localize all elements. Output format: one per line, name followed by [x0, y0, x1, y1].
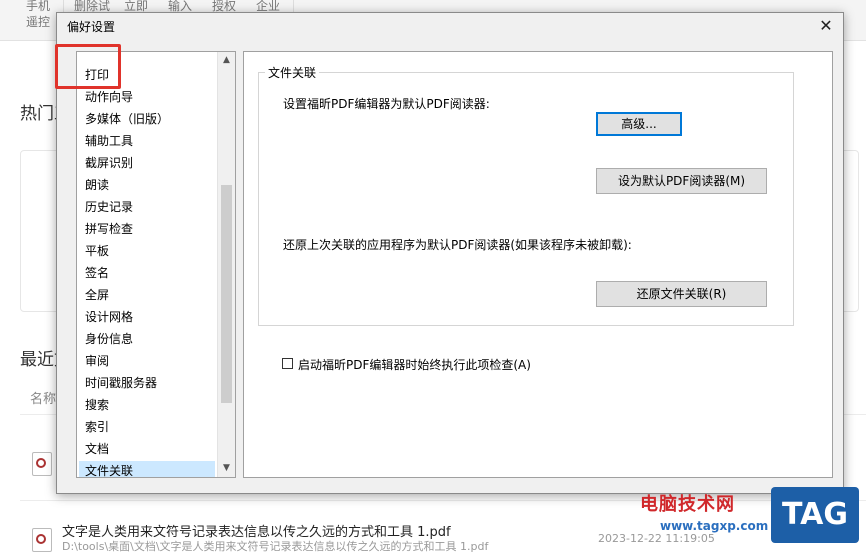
watermark-text: 电脑技术网: [640, 494, 735, 515]
category-item[interactable]: 文件关联: [79, 461, 215, 477]
category-item[interactable]: 文档: [79, 439, 215, 460]
category-item[interactable]: 多媒体（旧版）: [79, 109, 215, 130]
set-default-reader-button[interactable]: 设为默认PDF阅读器(M): [596, 168, 767, 194]
dialog-title: 偏好设置: [67, 20, 116, 34]
category-item[interactable]: 时间戳服务器: [79, 373, 215, 394]
highlight-annotation-box: [55, 44, 121, 89]
restore-association-button[interactable]: 还原文件关联(R): [596, 281, 767, 307]
startup-check-checkbox[interactable]: [282, 358, 293, 369]
category-item[interactable]: 搜索: [79, 395, 215, 416]
category-item[interactable]: 截屏识别: [79, 153, 215, 174]
category-item[interactable]: 审阅: [79, 351, 215, 372]
pdf-file-icon: [32, 528, 52, 552]
default-reader-label: 设置福昕PDF编辑器为默认PDF阅读器:: [283, 97, 490, 111]
scroll-thumb[interactable]: [221, 185, 232, 403]
category-list[interactable]: 打印 动作向导 多媒体（旧版） 辅助工具 截屏识别 朗读 历史记录 拼写检查 平板 签名 全屏 设计网…: [76, 51, 236, 478]
category-item[interactable]: 历史记录: [79, 197, 215, 218]
category-item[interactable]: 辅助工具: [79, 131, 215, 152]
scroll-up-icon[interactable]: ▲: [218, 52, 235, 69]
recent-file-date: 2023-12-22 11:19:05: [598, 532, 715, 545]
category-item[interactable]: 拼写检查: [79, 219, 215, 240]
group-title: 文件关联: [265, 64, 320, 81]
category-item[interactable]: 索引: [79, 417, 215, 438]
list-scrollbar[interactable]: ▲ ▼: [217, 52, 235, 477]
name-column-header[interactable]: 名称: [30, 388, 56, 407]
pdf-file-icon: [32, 452, 52, 476]
startup-check-label[interactable]: 启动福昕PDF编辑器时始终执行此项检查(A): [298, 356, 531, 373]
close-icon[interactable]: ✕: [815, 16, 837, 36]
preferences-dialog: 偏好设置 ✕ 打印 动作向导 多媒体（旧版） 辅助工具 截屏识别 朗读 历史记录 拼写检查 平板…: [55, 12, 844, 494]
recent-file-path: D:\tools\桌面\文档\文字是人类用来文符号记录表达信息以传之久远的方式和…: [62, 540, 489, 553]
toolbar-item-phone-remote[interactable]: 手机 遥控: [26, 0, 56, 30]
settings-panel: 文件关联 设置福昕PDF编辑器为默认PDF阅读器: 高级... 设为默认PDF阅…: [243, 51, 833, 478]
watermark-tag-logo: TAG: [771, 487, 859, 543]
scroll-down-icon[interactable]: ▼: [218, 460, 235, 477]
category-item[interactable]: 身份信息: [79, 329, 215, 350]
list-divider: [20, 500, 866, 501]
restore-association-label: 还原上次关联的应用程序为默认PDF阅读器(如果该程序未被卸载):: [283, 238, 632, 252]
category-item[interactable]: 朗读: [79, 175, 215, 196]
file-association-group: 文件关联 设置福昕PDF编辑器为默认PDF阅读器: 高级... 设为默认PDF阅…: [258, 64, 794, 326]
category-item[interactable]: 签名: [79, 263, 215, 284]
category-item[interactable]: 动作向导: [79, 87, 215, 108]
advanced-button[interactable]: 高级...: [596, 112, 682, 136]
category-item[interactable]: 设计网格: [79, 307, 215, 328]
watermark-url: www.tagxp.com: [660, 519, 769, 533]
category-item[interactable]: 全屏: [79, 285, 215, 306]
category-item[interactable]: 平板: [79, 241, 215, 262]
